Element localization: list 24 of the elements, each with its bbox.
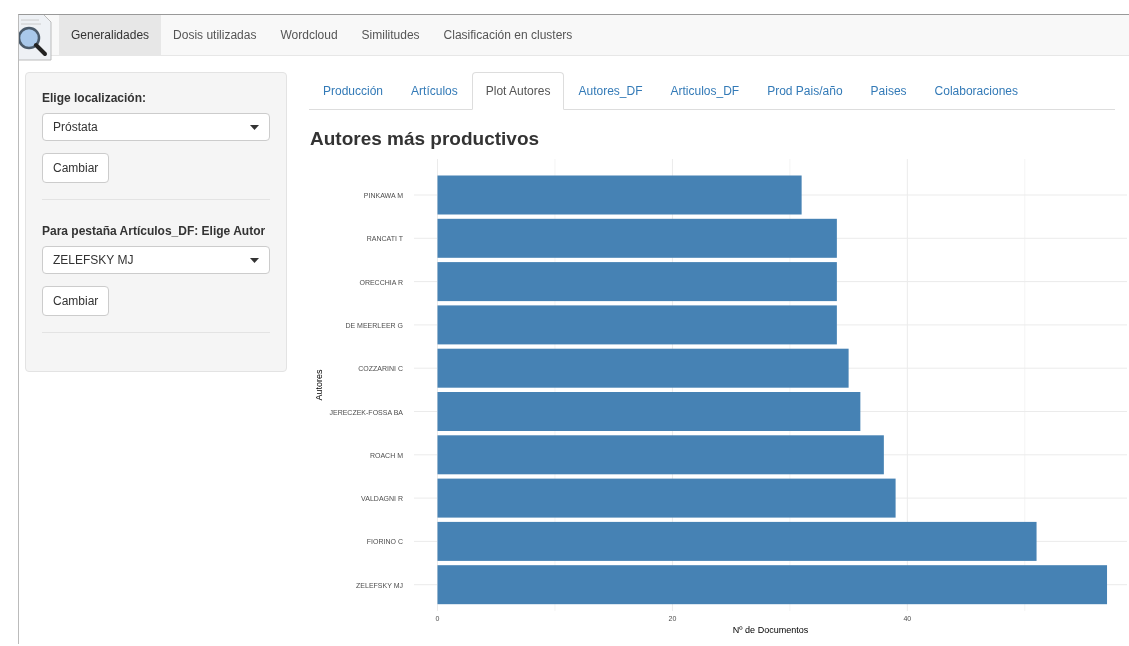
axis-title: Autores — [314, 369, 324, 400]
tab[interactable]: Plot Autores — [471, 72, 565, 110]
change-button[interactable]: Cambiar — [42, 153, 110, 183]
nav-tab[interactable]: Wordcloud — [268, 15, 350, 55]
tab[interactable]: Colaboraciones — [920, 72, 1032, 110]
tab[interactable]: Autores_DF — [564, 72, 657, 110]
select-dropdown[interactable]: Próstata — [42, 113, 270, 141]
tab[interactable]: Artículos — [397, 72, 472, 110]
caret-icon — [250, 124, 259, 130]
field-label: Para pestaña Artículos_DF: Elige Autor — [42, 223, 267, 240]
nav-tab[interactable]: Generalidades — [59, 15, 162, 55]
change-button[interactable]: Cambiar — [42, 286, 110, 316]
nav-tab[interactable]: Clasificación en clusters — [431, 15, 585, 55]
field-label: Elige localización: — [42, 90, 148, 107]
tab[interactable]: Producción — [309, 72, 398, 110]
tab[interactable]: Paises — [856, 72, 921, 110]
select-dropdown[interactable]: ZELEFSKY MJ — [42, 246, 270, 274]
nav-tab[interactable]: Similitudes — [349, 15, 432, 55]
caret-icon — [250, 257, 259, 263]
tab[interactable]: Prod Pais/año — [753, 72, 857, 110]
chart-title: Autores más productivos — [310, 127, 541, 151]
axis-title: Nº de Documentos — [732, 624, 809, 635]
tab[interactable]: Articulos_DF — [656, 72, 754, 110]
nav-tab[interactable]: Dosis utilizadas — [161, 15, 269, 55]
